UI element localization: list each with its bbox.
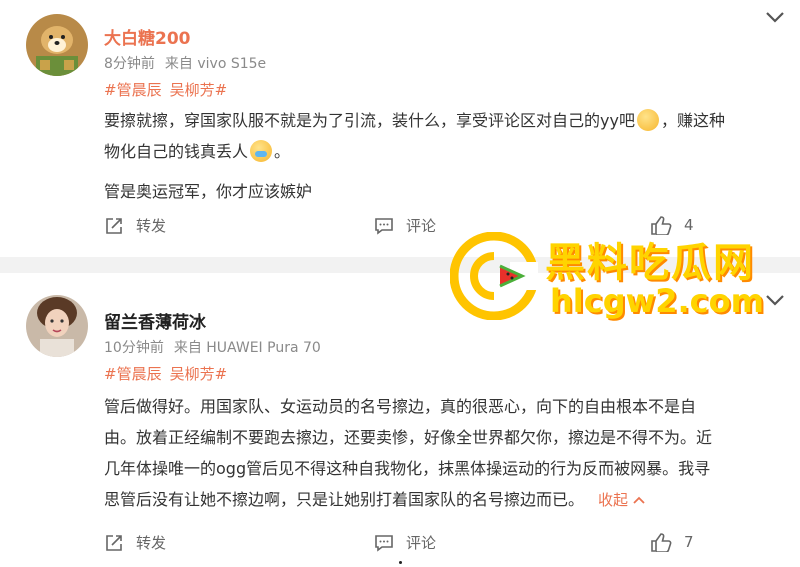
- watermark-title: 黑料吃瓜网: [545, 240, 755, 286]
- body-line: 管后做得好。用国家队、女运动员的名号擦边，真的很恶心，向下的自由根本不是自: [104, 397, 697, 416]
- body-line: 物化自己的钱真丢人: [104, 142, 249, 161]
- watermark: 黑料吃瓜网 hlcgw2.com: [450, 228, 800, 328]
- chevron-up-icon: [633, 496, 645, 504]
- body-line: 几年体操唯一的ogg管后见不得这种自我物化，抹黑体操运动的行为反而被网暴。我寻: [104, 459, 711, 478]
- comment-label: 评论: [406, 217, 437, 235]
- body-line: 。: [274, 142, 291, 161]
- smile-emoji-icon: [636, 109, 659, 131]
- avatar[interactable]: [26, 14, 88, 76]
- username[interactable]: 大白糖200: [104, 24, 191, 49]
- username[interactable]: 留兰香薄荷冰: [104, 308, 206, 333]
- action-bar: 转发 评论 7: [0, 532, 800, 562]
- like-count: 7: [684, 533, 694, 551]
- body-line: 由。放着正经编制不要跑去擦边，还要卖惨，好像全世界都欠你，擦边是不得不为。近: [104, 428, 713, 447]
- post-meta: 8分钟前 来自 vivo S15e: [104, 53, 276, 73]
- comment-button[interactable]: 评论: [374, 215, 436, 236]
- topic-tags: #管晨辰 吴柳芳#: [104, 363, 235, 384]
- body-line: 管是奥运冠军，你才应该嫉妒: [104, 182, 313, 201]
- comment-icon: [375, 217, 393, 235]
- repost-button[interactable]: 转发: [104, 532, 166, 553]
- collapse-label: 收起: [598, 491, 629, 509]
- timestamp: 10分钟前: [104, 340, 164, 356]
- avatar[interactable]: [26, 295, 88, 357]
- body-line: 要擦就擦，穿国家队服不就是为了引流，装什么，享受评论区对自己的yy吧: [104, 111, 635, 130]
- body-line: ，赚这种: [660, 111, 725, 130]
- comment-card-1: 大白糖200 8分钟前 来自 vivo S15e #管晨辰 吴柳芳# 要擦就擦，穿国…: [0, 0, 800, 257]
- chevron-down-icon[interactable]: [764, 10, 786, 24]
- watermark-url: hlcgw2.com: [550, 282, 764, 320]
- body-line: 思管后没有让她不擦边啊，只是让她别打着国家队的名号擦边而已。: [104, 490, 585, 509]
- topic-tag[interactable]: #管晨辰: [104, 365, 162, 383]
- comment-button[interactable]: 评论: [374, 532, 436, 553]
- post-meta: 10分钟前 来自 HUAWEI Pura 70: [104, 337, 331, 357]
- thumbs-up-icon: [651, 533, 672, 552]
- repost-label: 转发: [136, 534, 167, 552]
- repost-button[interactable]: 转发: [104, 215, 166, 236]
- comment-body: 管后做得好。用国家队、女运动员的名号擦边，真的很恶心，向下的自由根本不是自 由。…: [104, 391, 778, 516]
- comment-body: 要擦就擦，穿国家队服不就是为了引流，装什么，享受评论区对自己的yy吧 ，赚这种 物…: [104, 105, 778, 207]
- collapse-link[interactable]: 收起: [598, 491, 645, 509]
- crying-emoji-icon: [250, 140, 273, 162]
- repost-icon: [106, 534, 122, 551]
- topic-tag[interactable]: 吴柳芳#: [170, 81, 228, 99]
- repost-label: 转发: [136, 217, 167, 235]
- decorative-dot: [399, 561, 402, 564]
- device-source: 来自 HUAWEI Pura 70: [173, 340, 321, 356]
- repost-icon: [106, 217, 122, 234]
- comment-label: 评论: [406, 534, 437, 552]
- device-source: 来自 vivo S15e: [164, 56, 267, 72]
- like-button[interactable]: 7: [650, 532, 694, 552]
- topic-tag[interactable]: 吴柳芳#: [170, 365, 228, 383]
- watermark-logo-icon: [450, 232, 538, 320]
- comment-icon: [375, 534, 393, 552]
- topic-tag[interactable]: #管晨辰: [104, 81, 162, 99]
- topic-tags: #管晨辰 吴柳芳#: [104, 79, 235, 100]
- timestamp: 8分钟前: [104, 56, 155, 72]
